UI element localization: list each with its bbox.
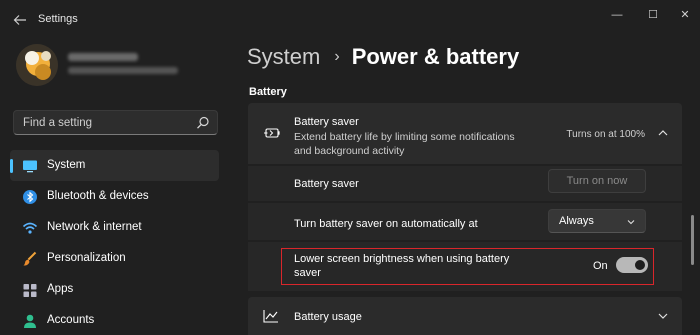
battery-saver-description: Extend battery life by limiting some not… <box>294 131 515 157</box>
auto-saver-dropdown[interactable]: Always <box>548 209 646 233</box>
battery-saver-icon <box>264 128 280 138</box>
avatar-image <box>16 44 58 86</box>
sidebar-item-accounts[interactable]: Accounts <box>10 305 219 335</box>
battery-saver-card[interactable]: Battery saver Extend battery life by lim… <box>248 103 682 164</box>
sidebar-item-label: Network & internet <box>47 221 142 233</box>
close-button[interactable]: ✕ <box>670 4 700 26</box>
search-input[interactable] <box>14 111 194 134</box>
sidebar-item-apps[interactable]: Apps <box>10 274 219 305</box>
app-title: Settings <box>38 13 78 25</box>
sidebar-nav: System Bluetooth & devices Network & int… <box>10 150 219 335</box>
active-indicator <box>10 159 13 173</box>
avatar[interactable] <box>16 44 58 86</box>
battery-saver-row-label: Battery saver <box>294 178 359 190</box>
arrow-left-icon <box>13 15 26 25</box>
section-title: Battery <box>249 86 287 98</box>
brightness-toggle[interactable] <box>616 257 648 273</box>
chart-line-icon <box>263 310 278 323</box>
sidebar-item-network[interactable]: Network & internet <box>10 212 219 243</box>
sidebar-item-label: Personalization <box>47 252 126 264</box>
wifi-icon <box>22 222 38 234</box>
user-email-redacted <box>68 67 178 74</box>
battery-saver-row: Battery saver Turn on now <box>248 166 682 201</box>
breadcrumb-parent[interactable]: System <box>247 44 320 69</box>
sidebar-item-label: Apps <box>47 283 74 295</box>
title-bar: Settings — ☐ ✕ <box>0 0 700 40</box>
sidebar-item-personalization[interactable]: Personalization <box>10 243 219 274</box>
back-button[interactable] <box>10 10 30 30</box>
battery-saver-status: Turns on at 100% <box>566 129 645 140</box>
sidebar-item-label: System <box>47 159 86 171</box>
toggle-knob <box>635 260 645 270</box>
auto-saver-row: Turn battery saver on automatically at A… <box>248 203 682 240</box>
scrollbar[interactable] <box>691 215 694 265</box>
battery-usage-card[interactable]: Battery usage <box>248 297 682 335</box>
breadcrumb: System › Power & battery <box>247 44 519 70</box>
search-box[interactable] <box>13 110 218 135</box>
monitor-icon <box>23 160 37 173</box>
sidebar-item-bluetooth[interactable]: Bluetooth & devices <box>10 181 219 212</box>
chevron-down-icon[interactable] <box>657 311 669 321</box>
battery-usage-label: Battery usage <box>294 311 362 323</box>
minimize-button[interactable]: — <box>602 4 632 26</box>
toggle-state-label: On <box>593 260 608 272</box>
dropdown-value: Always <box>559 215 594 227</box>
user-name-redacted <box>68 53 138 61</box>
maximize-button[interactable]: ☐ <box>638 4 668 26</box>
person-icon <box>24 314 36 328</box>
apps-icon <box>23 284 37 297</box>
sidebar-item-label: Bluetooth & devices <box>47 190 149 202</box>
sidebar-item-label: Accounts <box>47 314 95 326</box>
turn-on-now-button[interactable]: Turn on now <box>548 169 646 193</box>
battery-saver-title: Battery saver <box>294 116 359 128</box>
sidebar-item-system[interactable]: System <box>10 150 219 181</box>
bluetooth-icon <box>23 190 37 204</box>
breadcrumb-separator: › <box>334 48 340 65</box>
chevron-up-icon[interactable] <box>657 127 669 139</box>
chevron-down-icon <box>627 220 635 225</box>
brightness-label: Lower screen brightness when using batte… <box>294 253 510 279</box>
auto-saver-label: Turn battery saver on automatically at <box>294 218 478 230</box>
paintbrush-icon <box>23 251 37 266</box>
search-icon[interactable] <box>195 115 211 131</box>
page-title: Power & battery <box>351 44 520 69</box>
